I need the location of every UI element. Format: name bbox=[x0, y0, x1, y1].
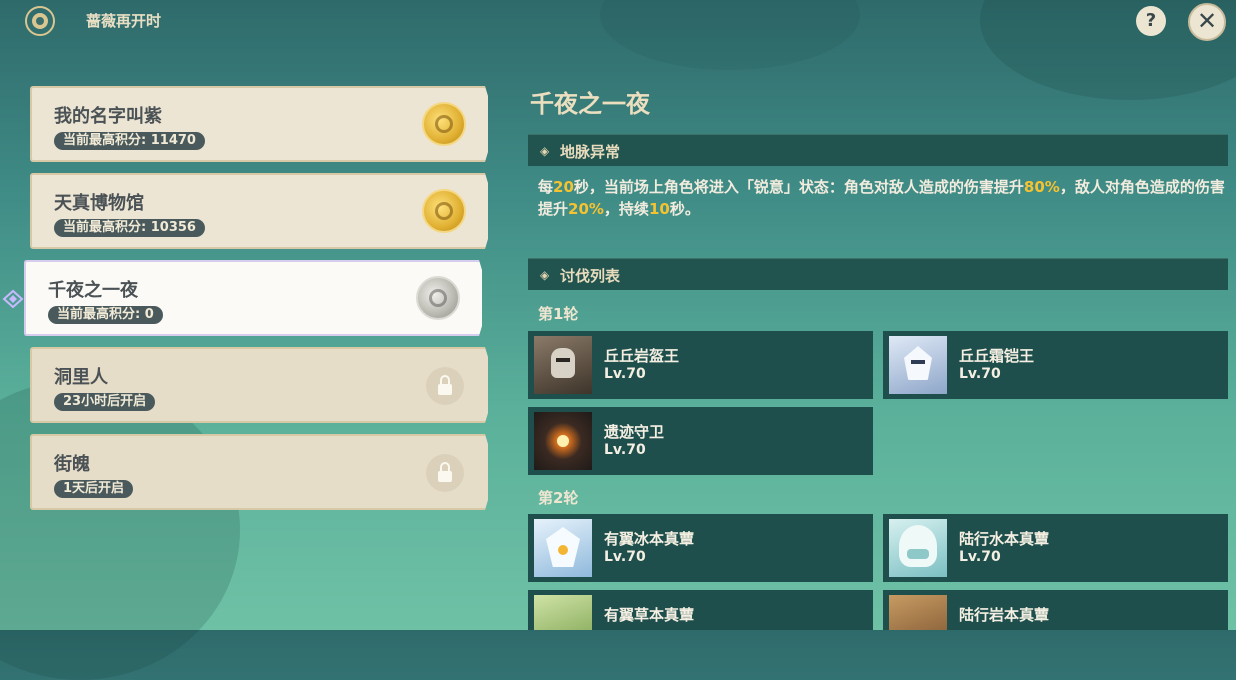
challenge-name: 洞里人 bbox=[54, 367, 108, 388]
leyline-description: 每20秒，当前场上角色将进入「锐意」状态：角色对敌人造成的伤害提升80%，敌人对… bbox=[538, 178, 1225, 218]
leyline-header: ◈ 地脉异常 bbox=[528, 134, 1228, 166]
enemy-name: 丘丘霜铠王 bbox=[959, 347, 1035, 365]
grounded-geoshroom-portrait bbox=[889, 595, 947, 630]
score-badge: 当前最高积分: 10356 bbox=[54, 219, 205, 237]
score-badge: 当前最高积分: 0 bbox=[48, 306, 163, 324]
round-label: 第2轮 bbox=[538, 489, 579, 507]
lock-icon bbox=[426, 367, 464, 405]
challenge-card-locked[interactable]: 洞里人 23小时后开启 bbox=[30, 347, 488, 423]
detail-title: 千夜之一夜 bbox=[530, 90, 650, 118]
enemy-list-header: ◈ 讨伐列表 bbox=[528, 258, 1228, 290]
enemy-list-header-label: 讨伐列表 bbox=[560, 267, 621, 285]
winged-cryoshroom-portrait bbox=[534, 519, 592, 577]
challenge-name: 千夜之一夜 bbox=[48, 280, 138, 301]
enemy-card[interactable]: 陆行水本真蕈 Lv.70 bbox=[883, 514, 1228, 582]
event-logo-icon bbox=[25, 6, 55, 36]
score-badge: 当前最高积分: 11470 bbox=[54, 132, 205, 150]
enemy-name: 陆行岩本真蕈 bbox=[959, 606, 1050, 624]
challenge-name: 我的名字叫紫 bbox=[54, 106, 162, 127]
round-label: 第1轮 bbox=[538, 305, 579, 323]
help-button[interactable]: ? bbox=[1136, 6, 1166, 36]
challenge-name: 天真博物馆 bbox=[54, 193, 144, 214]
challenge-card[interactable]: 天真博物馆 当前最高积分: 10356 bbox=[30, 173, 488, 249]
diamond-icon: ◈ bbox=[540, 144, 550, 158]
challenge-name: 街魄 bbox=[54, 454, 90, 475]
stone-lawachurl-portrait bbox=[534, 336, 592, 394]
enemy-level: Lv.70 bbox=[604, 366, 646, 382]
enemy-name: 遗迹守卫 bbox=[604, 423, 665, 441]
close-button[interactable]: ✕ bbox=[1188, 3, 1226, 41]
winged-dendroshroom-portrait bbox=[534, 595, 592, 630]
grounded-hydroshroom-portrait bbox=[889, 519, 947, 577]
enemy-level: Lv.70 bbox=[604, 549, 646, 565]
challenge-card[interactable]: 我的名字叫紫 当前最高积分: 11470 bbox=[30, 86, 488, 162]
enemy-card[interactable]: 有翼草本真蕈 bbox=[528, 590, 873, 630]
event-title: 蔷薇再开时 bbox=[86, 12, 162, 30]
enemy-name: 陆行水本真蕈 bbox=[959, 530, 1050, 548]
leyline-header-label: 地脉异常 bbox=[560, 143, 621, 161]
top-bar: 蔷薇再开时 ? ✕ bbox=[0, 0, 1236, 41]
enemy-card[interactable]: 陆行岩本真蕈 bbox=[883, 590, 1228, 630]
lock-icon bbox=[426, 454, 464, 492]
diamond-icon: ◈ bbox=[540, 268, 550, 282]
enemy-level: Lv.70 bbox=[604, 442, 646, 458]
gold-medal-icon bbox=[422, 189, 466, 233]
enemy-card[interactable]: 有翼冰本真蕈 Lv.70 bbox=[528, 514, 873, 582]
enemy-card[interactable]: 丘丘霜铠王 Lv.70 bbox=[883, 331, 1228, 399]
enemy-card[interactable]: 丘丘岩盔王 Lv.70 bbox=[528, 331, 873, 399]
gold-medal-icon bbox=[422, 102, 466, 146]
enemy-name: 有翼冰本真蕈 bbox=[604, 530, 695, 548]
selection-arrow-icon bbox=[2, 289, 24, 309]
challenge-card-locked[interactable]: 街魄 1天后开启 bbox=[30, 434, 488, 510]
challenge-card-selected[interactable]: 千夜之一夜 当前最高积分: 0 bbox=[24, 260, 482, 336]
enemy-card[interactable]: 遗迹守卫 Lv.70 bbox=[528, 407, 873, 475]
background-leaf bbox=[0, 380, 240, 680]
silver-medal-icon bbox=[416, 276, 460, 320]
enemy-level: Lv.70 bbox=[959, 549, 1001, 565]
unlock-timer-badge: 23小时后开启 bbox=[54, 393, 156, 411]
enemy-name: 丘丘岩盔王 bbox=[604, 347, 680, 365]
unlock-timer-badge: 1天后开启 bbox=[54, 480, 134, 498]
ruin-guard-portrait bbox=[534, 412, 592, 470]
enemy-name: 有翼草本真蕈 bbox=[604, 606, 695, 624]
frost-lawachurl-portrait bbox=[889, 336, 947, 394]
enemy-level: Lv.70 bbox=[959, 366, 1001, 382]
